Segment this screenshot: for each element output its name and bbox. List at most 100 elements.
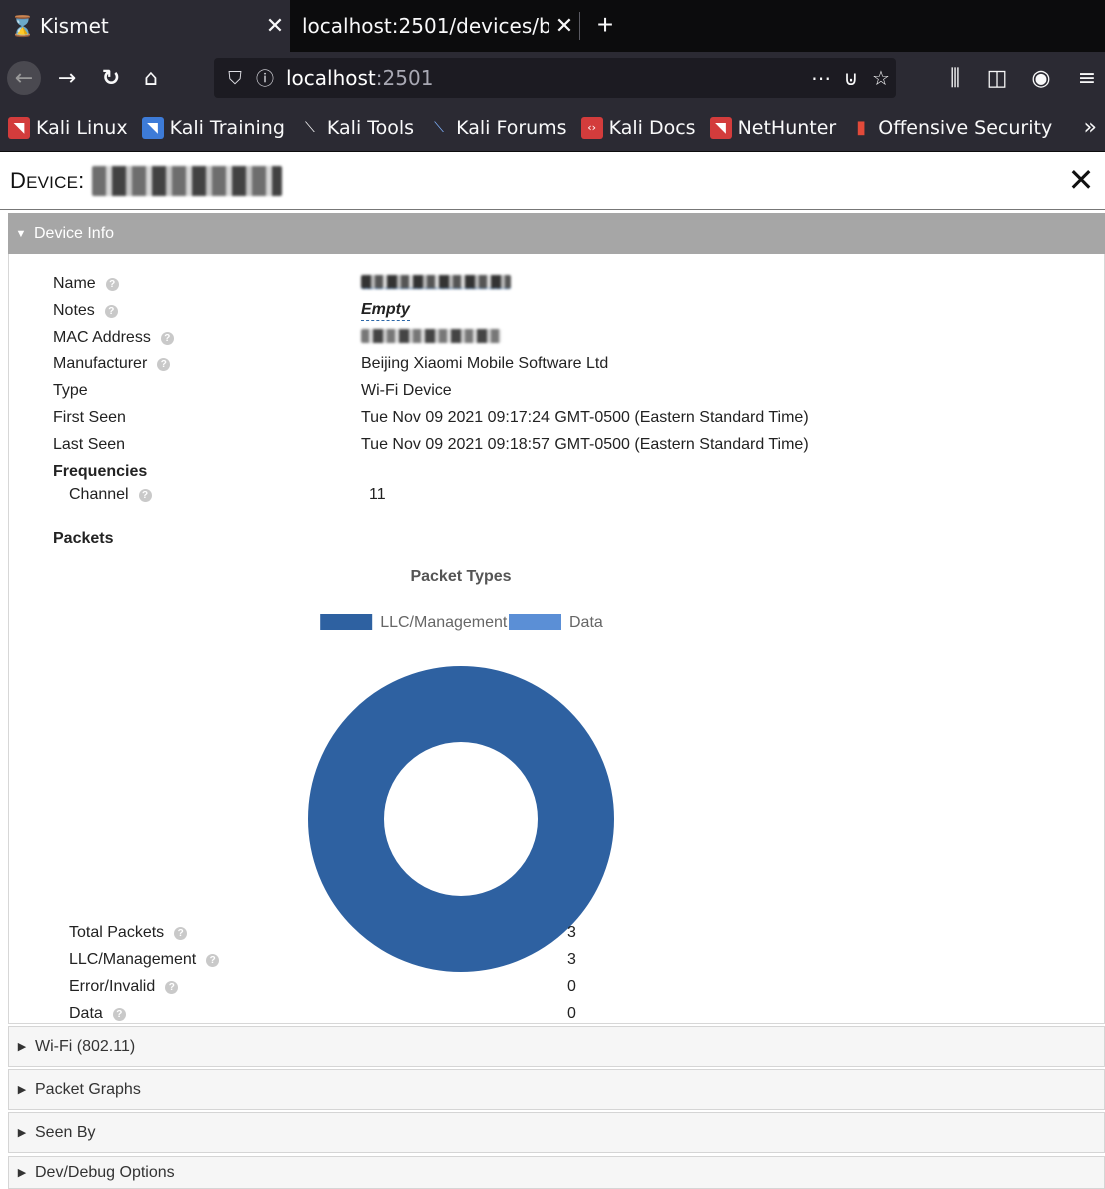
redacted-mac — [361, 328, 501, 343]
field-label: Notes? — [53, 302, 118, 320]
account-button[interactable]: ◉ — [1024, 52, 1058, 104]
sidebar-button[interactable]: ◫ — [980, 52, 1014, 104]
tab-bar: ⌛ Kismet ✕ localhost:2501/devices/by-k ✕… — [0, 0, 1105, 52]
page-actions-icon[interactable]: ⋯ — [806, 66, 836, 90]
sidebar-icon: ◫ — [986, 65, 1008, 91]
section-title: Wi-Fi (802.11) — [35, 1037, 136, 1055]
field-manufacturer: Manufacturer? Beijing Xiaomi Mobile Soft… — [9, 351, 1099, 377]
manufacturer-value: Beijing Xiaomi Mobile Software Ltd — [361, 355, 609, 372]
name-value[interactable] — [361, 274, 511, 294]
tab-kismet[interactable]: ⌛ Kismet ✕ — [0, 0, 290, 52]
chart-title: Packet Types — [410, 568, 511, 585]
device-header: DEVICE: ✕ — [0, 152, 1105, 210]
section-title: Dev/Debug Options — [35, 1163, 175, 1181]
name-label: Name — [53, 275, 96, 292]
llc-management-value: 3 — [567, 951, 576, 968]
bookmark-kali-linux[interactable]: ◥ Kali Linux — [8, 116, 128, 139]
section-dev-debug[interactable]: ▶ Dev/Debug Options — [8, 1156, 1105, 1189]
field-label: MAC Address? — [53, 329, 174, 347]
packets-heading: Packets — [53, 530, 114, 547]
bookmark-kali-tools[interactable]: ⟍ Kali Tools — [299, 117, 414, 139]
device-info-panel: Name? Notes? Empty MAC Address? Manufact… — [8, 254, 1105, 1024]
data-label: Data — [69, 1005, 103, 1022]
device-title-rest: EVICE — [26, 172, 79, 192]
first-seen-value: Tue Nov 09 2021 09:17:24 GMT-0500 (Easte… — [361, 409, 809, 426]
help-icon[interactable]: ? — [174, 926, 188, 940]
pocket-icon[interactable]: ⊍ — [836, 66, 866, 90]
navigation-toolbar: ← → ↻ ⌂ ⛉ ⓘ localhost:2501 ⋯ ⊍ ☆ ⫼ ◫ ◉ ≡ — [0, 52, 1105, 104]
help-icon[interactable]: ? — [104, 304, 118, 318]
reload-icon: ↻ — [101, 65, 121, 91]
forward-button[interactable]: → — [50, 52, 84, 104]
stat-error-invalid: Error/Invalid? 0 — [9, 974, 1099, 1000]
url-text[interactable]: localhost:2501 — [286, 66, 433, 90]
total-packets-label: Total Packets — [69, 924, 165, 941]
help-icon[interactable]: ? — [160, 331, 174, 345]
field-label: Channel? — [69, 486, 152, 504]
kali-training-icon: ◥ — [141, 116, 164, 139]
library-button[interactable]: ⫼ — [938, 52, 972, 104]
field-notes: Notes? Empty — [9, 298, 1099, 324]
help-icon[interactable]: ? — [157, 357, 171, 371]
tab-localhost[interactable]: localhost:2501/devices/by-k ✕ — [290, 0, 579, 52]
bookmark-offensive-security[interactable]: ▮ Offensive Security — [850, 117, 1052, 139]
bookmark-kali-training[interactable]: ◥ Kali Training — [141, 116, 285, 139]
more-bookmarks-icon[interactable]: » — [1084, 104, 1097, 152]
close-icon[interactable]: ✕ — [1061, 160, 1101, 200]
error-invalid-value: 0 — [567, 978, 576, 995]
manufacturer-label: Manufacturer — [53, 355, 148, 372]
section-title: Seen By — [35, 1123, 96, 1141]
field-label: LLC/Management? — [69, 951, 220, 969]
bookmark-label: Kali Docs — [608, 116, 696, 139]
stat-llc-management: LLC/Management? 3 — [9, 947, 1099, 973]
arrow-left-icon: ← — [7, 61, 41, 95]
section-wifi[interactable]: ▶ Wi-Fi (802.11) — [8, 1026, 1105, 1067]
triangle-right-icon: ▶ — [17, 1041, 27, 1053]
bookmark-label: NetHunter — [737, 116, 837, 139]
bookmark-nethunter[interactable]: ◥ NetHunter — [709, 116, 837, 139]
bookmark-label: Kali Tools — [326, 116, 415, 139]
info-icon[interactable]: ⓘ — [250, 65, 280, 91]
field-first-seen: First Seen Tue Nov 09 2021 09:17:24 GMT-… — [9, 405, 1099, 431]
channel-value: 11 — [369, 486, 386, 503]
redacted-name — [361, 274, 511, 289]
help-icon[interactable]: ? — [206, 953, 220, 967]
stat-total-packets: Total Packets? 3 — [9, 920, 1099, 946]
redacted-device-name — [92, 165, 283, 196]
type-value: Wi-Fi Device — [361, 382, 452, 399]
channel-label: Channel — [69, 486, 129, 503]
kali-dragon-icon: ◥ — [8, 116, 30, 139]
tab-title: Kismet — [40, 14, 109, 38]
close-tab-icon[interactable]: ✕ — [260, 14, 290, 39]
help-icon[interactable]: ? — [112, 1007, 126, 1021]
help-icon[interactable]: ? — [165, 980, 179, 994]
new-tab-button[interactable]: + — [588, 4, 622, 48]
legend-item[interactable]: LLC/Management — [320, 614, 508, 631]
menu-button[interactable]: ≡ — [1070, 52, 1104, 104]
back-button[interactable]: ← — [6, 52, 42, 104]
legend-swatch — [320, 614, 373, 630]
section-device-info[interactable]: ▼ Device Info — [8, 213, 1105, 254]
close-tab-icon[interactable]: ✕ — [549, 14, 579, 39]
help-icon[interactable]: ? — [105, 277, 119, 291]
tab-title: localhost:2501/devices/by-k — [302, 14, 549, 38]
home-button[interactable]: ⌂ — [134, 52, 168, 104]
bookmark-kali-docs[interactable]: ‹› Kali Docs — [580, 116, 696, 139]
legend-label: LLC/Management — [380, 614, 508, 631]
field-last-seen: Last Seen Tue Nov 09 2021 09:18:57 GMT-0… — [9, 432, 1099, 458]
field-label: Name? — [53, 275, 119, 293]
legend-swatch — [509, 614, 561, 630]
section-packet-graphs[interactable]: ▶ Packet Graphs — [8, 1069, 1105, 1110]
bookmark-kali-forums[interactable]: ⟍ Kali Forums — [428, 117, 566, 139]
legend-item[interactable]: Data — [509, 614, 603, 631]
first-seen-label: First Seen — [53, 409, 126, 426]
kali-tools-icon: ⟍ — [305, 119, 315, 136]
notes-value[interactable]: Empty — [361, 301, 410, 321]
url-bar[interactable]: ⛉ ⓘ localhost:2501 ⋯ ⊍ ☆ — [214, 58, 896, 98]
reload-button[interactable]: ↻ — [94, 52, 128, 104]
device-title: DEVICE: — [10, 168, 84, 194]
help-icon[interactable]: ? — [138, 488, 152, 502]
bookmark-star-icon[interactable]: ☆ — [866, 66, 896, 90]
section-seen-by[interactable]: ▶ Seen By — [8, 1112, 1105, 1153]
shield-icon[interactable]: ⛉ — [220, 68, 250, 89]
